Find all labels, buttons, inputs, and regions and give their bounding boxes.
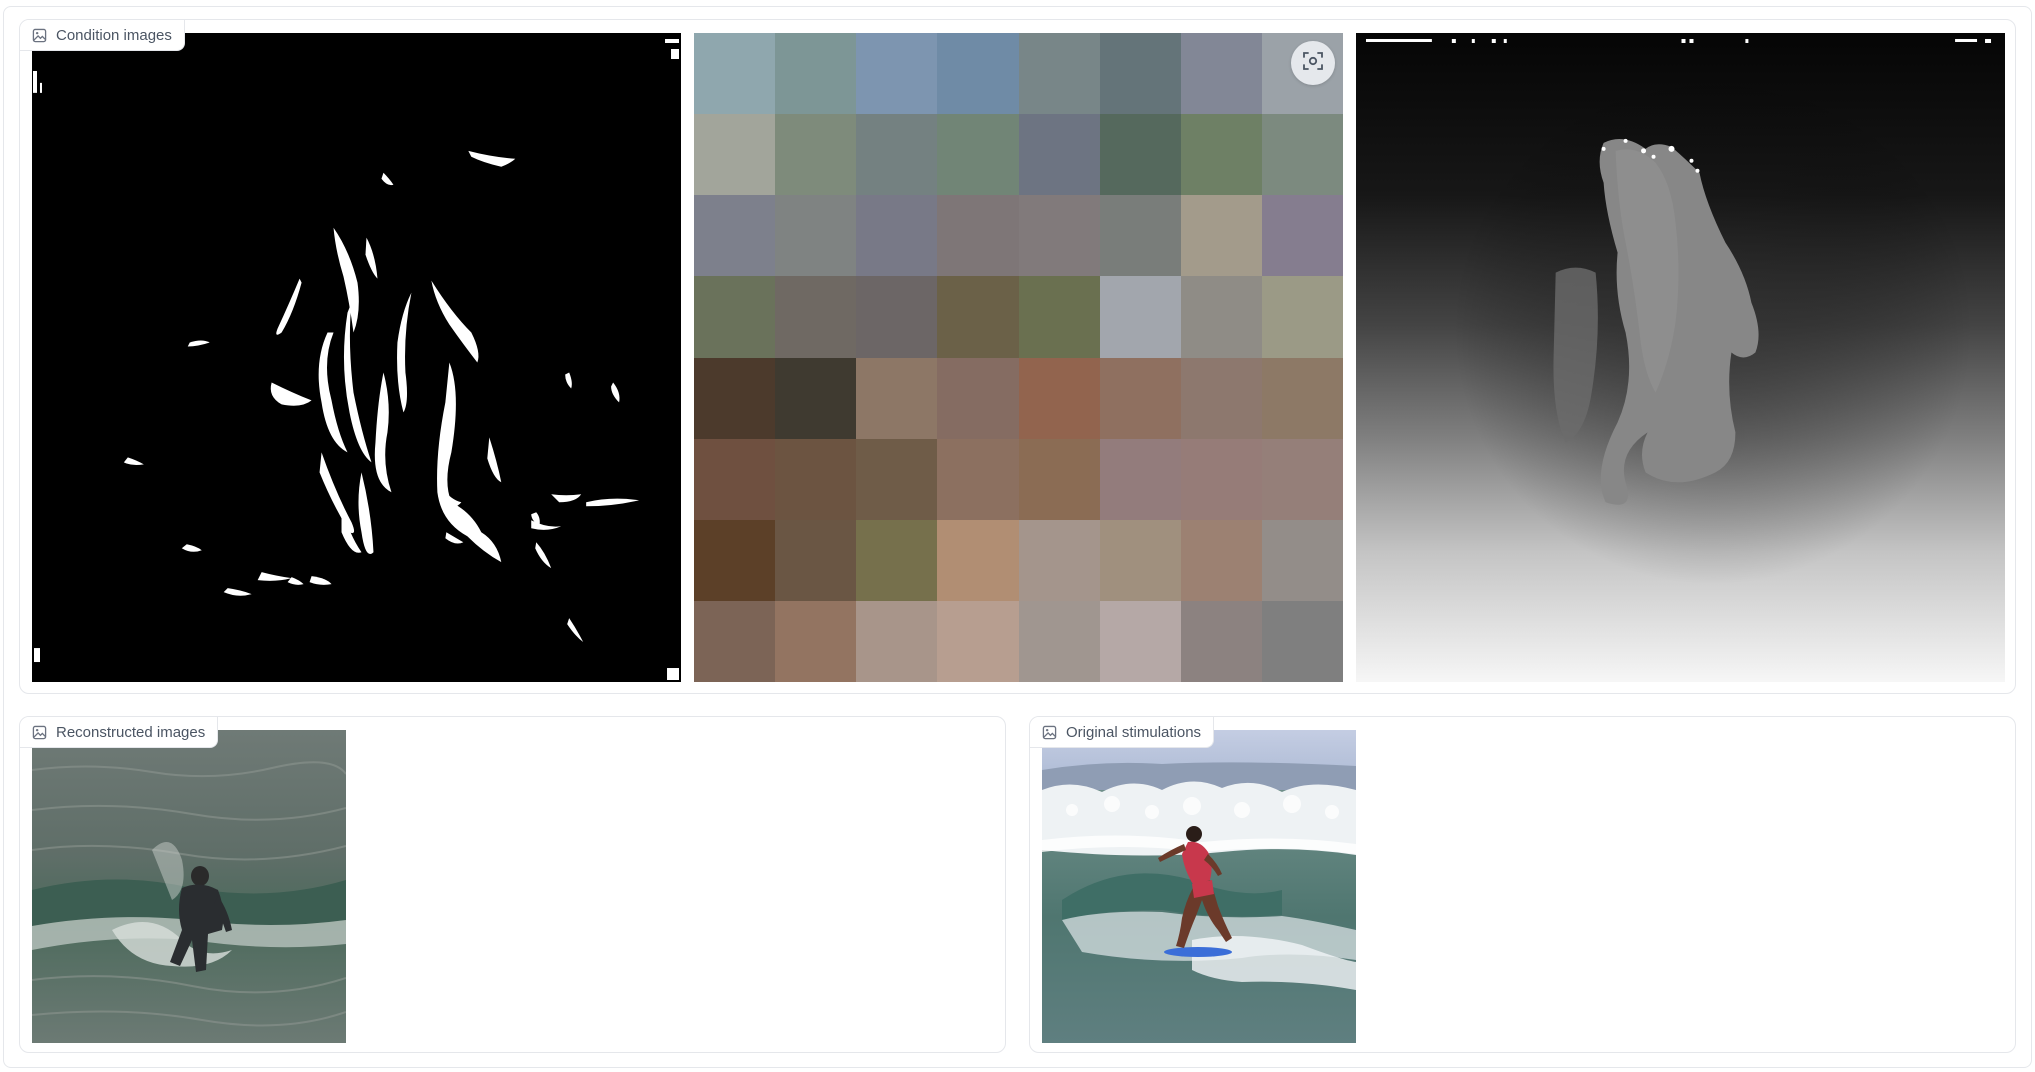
mosaic-cell [694,438,776,520]
mosaic-cell [856,276,938,358]
mosaic-cell [775,114,857,196]
mosaic-cell [775,357,857,439]
mosaic-cell [856,357,938,439]
mosaic-cell [1018,357,1100,439]
mosaic-cell [937,114,1019,196]
mosaic-cell [937,195,1019,277]
reconstructed-images-label-text: Reconstructed images [56,723,206,741]
mosaic-cell [694,519,776,601]
focus-camera-icon [1301,49,1325,78]
mosaic-cell [1018,276,1100,358]
mosaic-cell [1180,438,1262,520]
condition-edge-map-image[interactable] [32,33,681,682]
mosaic-cell [1261,195,1343,277]
image-icon [32,28,47,43]
mosaic-cell [694,276,776,358]
mosaic-cell [694,33,776,115]
mosaic-cell [1261,114,1343,196]
mosaic-cell [1261,357,1343,439]
mosaic-cell [937,438,1019,520]
reconstructed-image[interactable] [32,730,346,1043]
mosaic-cell [937,357,1019,439]
mosaic-cell [1180,519,1262,601]
mosaic-cell [937,519,1019,601]
mosaic-cell [1099,600,1181,682]
mosaic-cell [1261,438,1343,520]
mosaic-cell [937,600,1019,682]
mosaic-cell [1018,114,1100,196]
mosaic-cell [775,276,857,358]
mosaic-cell [1180,114,1262,196]
mosaic-cell [937,276,1019,358]
mosaic-cell [1018,600,1100,682]
original-stimulations-panel: Original stimulations [1029,716,2016,1053]
mosaic-cell [1018,195,1100,277]
mosaic-cell [1018,33,1100,115]
mosaic-cell [1180,357,1262,439]
mosaic-cell [1180,276,1262,358]
original-stimulations-label: Original stimulations [1030,717,1215,748]
original-stimulations-label-text: Original stimulations [1066,723,1202,741]
mosaic-cell [1099,276,1181,358]
mosaic-cell [775,33,857,115]
mosaic-cell [775,195,857,277]
mosaic-cell [775,438,857,520]
condition-depth-map-image[interactable] [1356,33,2005,682]
mosaic-cell [1261,519,1343,601]
reconstructed-images-panel: Reconstructed images [19,716,1006,1053]
mosaic-cell [694,114,776,196]
mosaic-cell [1099,438,1181,520]
mosaic-cell [1261,600,1343,682]
mosaic-cell [856,600,938,682]
mosaic-cell [856,438,938,520]
image-icon [1042,725,1057,740]
mosaic-cell [775,519,857,601]
mosaic-cell [856,519,938,601]
mosaic-cell [694,195,776,277]
mosaic-cell [1180,600,1262,682]
image-icon [32,725,47,740]
color-mosaic-grid [694,33,1343,682]
mosaic-cell [856,114,938,196]
mosaic-cell [1099,357,1181,439]
mosaic-cell [1099,519,1181,601]
mosaic-cell [1180,195,1262,277]
zoom-button[interactable] [1291,41,1335,85]
mosaic-cell [1018,438,1100,520]
condition-images-label: Condition images [20,20,185,51]
mosaic-cell [775,600,857,682]
condition-color-palette-image[interactable] [694,33,1343,682]
mosaic-cell [1099,33,1181,115]
mosaic-cell [1261,276,1343,358]
mosaic-cell [694,600,776,682]
mosaic-cell [1018,519,1100,601]
mosaic-cell [1180,33,1262,115]
condition-images-label-text: Condition images [56,26,172,44]
reconstructed-images-label: Reconstructed images [20,717,219,748]
mosaic-cell [937,33,1019,115]
condition-images-panel: Condition images [19,19,2016,694]
mosaic-cell [1099,195,1181,277]
mosaic-cell [856,33,938,115]
mosaic-cell [856,195,938,277]
mosaic-cell [694,357,776,439]
original-stimulation-image[interactable] [1042,730,1356,1043]
mosaic-cell [1099,114,1181,196]
